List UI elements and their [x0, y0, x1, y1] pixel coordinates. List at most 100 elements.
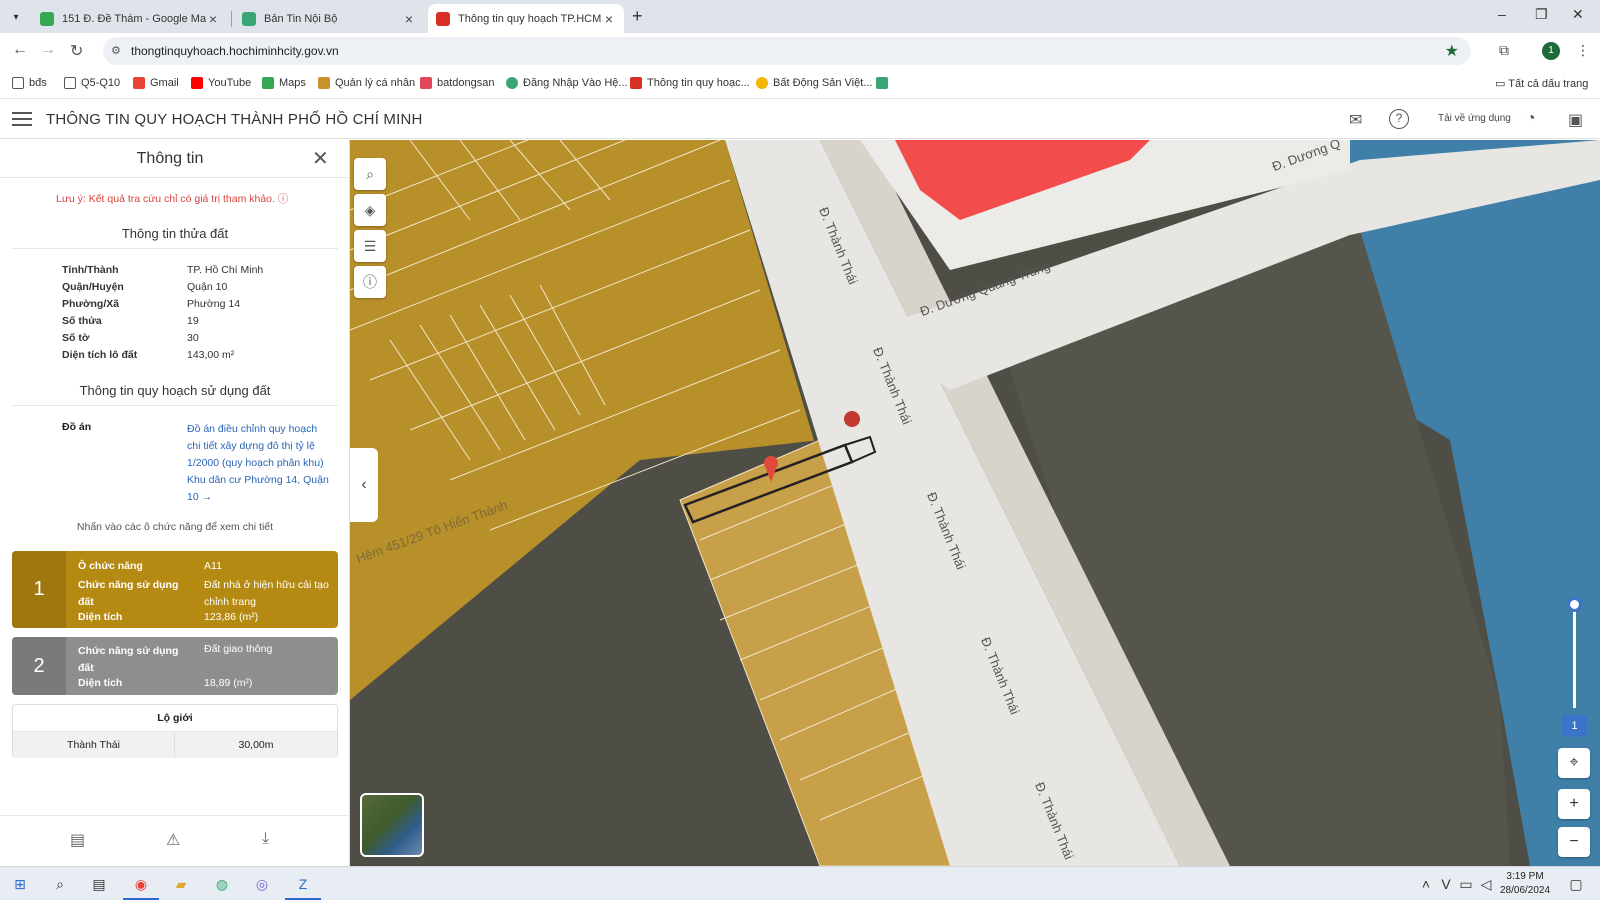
folder-icon [64, 77, 76, 89]
parcel-value: 19 [187, 315, 199, 327]
browser-toolbar: ← → ↻ ⚙ thongtinquyhoach.hochiminhcity.g… [0, 33, 1600, 69]
bookmark-item[interactable]: Đăng Nhập Vào Hệ... [506, 77, 628, 89]
hcm-logo-icon [630, 77, 642, 89]
help-icon[interactable]: ? [1389, 109, 1409, 129]
tab-title: 151 Đ. Đề Thám - Google Maps [62, 12, 206, 25]
tab-search-icon[interactable]: ▾ [6, 7, 26, 27]
zalo-icon[interactable]: Z [293, 874, 313, 894]
bookmark-item[interactable] [876, 77, 893, 89]
network-icon[interactable]: ▭ [1456, 874, 1476, 894]
card-value: Đất giao thông [204, 643, 273, 655]
lo-gioi-street: Thành Thái [13, 732, 175, 758]
bookmark-item[interactable]: Q5-Q10 [64, 77, 120, 89]
bookmarks-bar: bđs Q5-Q10 Gmail YouTube Maps Quản lý cá… [0, 69, 1600, 99]
bookmark-label: batdongsan [437, 77, 495, 89]
hcm-logo-icon [436, 11, 450, 26]
file-explorer-icon[interactable]: ▰ [171, 874, 191, 894]
tab-thong-tin-quy-hoach[interactable]: Thông tin quy hoạch TP.HCM × [428, 4, 624, 33]
back-icon[interactable]: ← [12, 41, 28, 59]
minimize-icon[interactable]: – [1498, 6, 1506, 22]
restore-icon[interactable]: ❐ [1535, 6, 1548, 23]
info-icon[interactable]: ⓘ [354, 266, 386, 298]
divider [12, 405, 338, 406]
viber-icon[interactable]: ◎ [252, 874, 272, 894]
map-marker-2[interactable] [844, 411, 860, 427]
hamburger-menu-icon[interactable] [12, 112, 32, 126]
parcel-value: Quận 10 [187, 281, 228, 293]
system-clock[interactable]: 3:19 PM 28/06/2024 [1500, 870, 1550, 898]
profile-avatar[interactable]: 1 [1542, 42, 1560, 60]
bookmark-item[interactable]: bđs [12, 77, 47, 89]
tab-google-maps[interactable]: 151 Đ. Đề Thám - Google Maps × [32, 4, 228, 33]
doan-link[interactable]: Đồ án điều chỉnh quy hoạch chi tiết xây … [187, 421, 332, 506]
notifications-icon[interactable]: ▢ [1566, 874, 1586, 894]
collapse-panel-button[interactable]: ‹ [350, 448, 378, 522]
bookmark-item[interactable]: Bất Động Sản Việt... [756, 77, 872, 89]
app-title: THÔNG TIN QUY HOẠCH THÀNH PHỐ HỒ CHÍ MIN… [46, 111, 423, 128]
bookmark-star-icon[interactable]: ★ [1445, 41, 1459, 61]
bookmark-label: Đăng Nhập Vào Hệ... [523, 77, 628, 89]
reload-icon[interactable]: ↻ [70, 41, 83, 61]
windows-start-icon[interactable]: ⊞ [10, 874, 30, 894]
card-value: Đất nhà ở hiện hữu cải tạo chỉnh trang [204, 579, 329, 608]
maps-pin-icon [40, 11, 54, 26]
zoom-out-button[interactable]: − [1558, 827, 1590, 857]
volume-icon[interactable]: ◁ [1476, 874, 1496, 894]
close-icon[interactable]: × [602, 11, 616, 27]
lo-gioi-table: Lộ giới Thành Thái 30,00m [12, 704, 338, 758]
batdongsan-icon [420, 77, 432, 89]
apple-icon[interactable]: ◔ [1526, 110, 1536, 128]
close-icon[interactable]: × [402, 11, 416, 27]
bookmark-item[interactable]: Gmail [133, 77, 179, 89]
chevron-up-icon[interactable]: ˄ [1416, 874, 1436, 894]
all-bookmarks[interactable]: ▭ Tất cả dấu trang [1495, 77, 1588, 90]
bookmark-item[interactable]: YouTube [191, 77, 251, 89]
download-icon[interactable]: ⤓ [262, 830, 269, 848]
land-use-card-2[interactable]: 2 Chức năng sử dụng đất Đất giao thông D… [12, 637, 338, 695]
bookmark-item[interactable]: Maps [262, 77, 306, 89]
planning-map[interactable]: Đ. Thành Thái Đ. Thành Thái Đ. Thành Thá… [350, 140, 1600, 866]
lo-gioi-header: Lộ giới [13, 705, 337, 732]
locate-icon[interactable]: ⌖ [1558, 748, 1590, 778]
document-icon[interactable]: ▤ [70, 830, 85, 850]
close-icon[interactable]: ✕ [312, 146, 329, 171]
help-icon[interactable]: ⓘ [278, 193, 289, 205]
divider [12, 248, 338, 249]
new-tab-icon[interactable]: + [632, 6, 643, 27]
windows-taskbar: ⊞ ⌕ ▤ ◉ ▰ ◍ ◎ Z ˄ V ▭ ◁ 3:19 PM 28/06/20… [0, 866, 1600, 900]
chrome-icon[interactable]: ◉ [131, 874, 151, 894]
tab-title: Thông tin quy hoạch TP.HCM [458, 12, 602, 25]
close-icon[interactable]: × [206, 11, 220, 27]
bookmark-item[interactable]: batdongsan [420, 77, 495, 89]
warning-icon[interactable]: ⚠ [166, 830, 180, 850]
search-icon[interactable]: ⌕ [50, 874, 70, 894]
address-bar[interactable]: ⚙ thongtinquyhoach.hochiminhcity.gov.vn … [103, 37, 1471, 65]
mail-icon[interactable]: ✉ [1349, 110, 1362, 130]
parcel-value: Phường 14 [187, 298, 241, 310]
land-use-card-1[interactable]: 1 Ô chức năng A11 Chức năng sử dụng đất … [12, 551, 338, 628]
zoom-in-button[interactable]: + [1558, 789, 1590, 819]
tab-ban-tin[interactable]: Bản Tin Nội Bộ × [234, 4, 424, 33]
zoom-slider-track[interactable] [1573, 604, 1576, 708]
extensions-icon[interactable]: ⧉ [1499, 42, 1509, 59]
menu-dots-icon[interactable]: ⋮ [1576, 42, 1590, 59]
window-close-icon[interactable]: ✕ [1572, 6, 1584, 23]
list-icon[interactable]: ☰ [354, 230, 386, 262]
parcel-key: Quận/Huyện [62, 281, 124, 293]
app-header: THÔNG TIN QUY HOẠCH THÀNH PHỐ HỒ CHÍ MIN… [0, 100, 1600, 139]
forward-icon[interactable]: → [40, 41, 56, 59]
site-info-icon[interactable]: ⚙ [111, 44, 121, 57]
clock-date: 28/06/2024 [1500, 885, 1551, 896]
app-icon[interactable]: ◍ [212, 874, 232, 894]
layers-icon[interactable]: ◈ [354, 194, 386, 226]
tray-icon[interactable]: V [1436, 874, 1456, 894]
zoom-slider-handle[interactable] [1567, 597, 1582, 612]
bookmark-item[interactable]: Thông tin quy hoạc... [630, 77, 750, 89]
task-view-icon[interactable]: ▤ [89, 874, 109, 894]
parcel-value: 30 [187, 332, 199, 344]
basemap-switcher[interactable] [360, 793, 424, 857]
info-panel: Thông tin ✕ Lưu ý: Kết quả tra cứu chỉ c… [0, 140, 350, 866]
bookmark-item[interactable]: Quản lý cá nhân [318, 77, 415, 89]
search-icon[interactable]: ⌕ [354, 158, 386, 190]
android-icon[interactable]: ▣ [1568, 110, 1583, 130]
